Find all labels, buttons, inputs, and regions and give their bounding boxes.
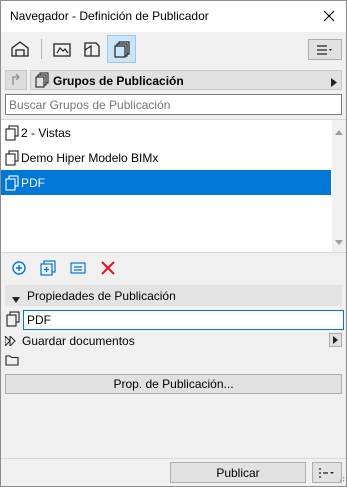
search-input[interactable] (5, 94, 342, 115)
publisher-set-icon (3, 124, 21, 142)
publisher-set-icon (5, 311, 21, 330)
scroll-up-icon[interactable] (335, 124, 343, 138)
arrow-up-icon (12, 74, 20, 85)
properties-header-label: Propiedades de Publicación (27, 289, 176, 303)
folder-icon (5, 355, 19, 366)
publisher-sets-list: 2 - Vistas Demo Hiper Modelo BIMx PDF (1, 119, 346, 253)
save-documents-icon (4, 334, 17, 349)
new-folder-icon (40, 260, 56, 276)
save-documents-dropdown[interactable] (329, 333, 342, 347)
add-icon (12, 261, 26, 275)
publisher-set-icon (34, 72, 50, 91)
view-map-icon (52, 43, 71, 57)
title-bar: Navegador - Definición de Publicador (1, 1, 346, 32)
new-folder-button[interactable] (38, 258, 58, 278)
tab-publisher-sets[interactable] (107, 35, 136, 63)
settings-button[interactable] (68, 258, 88, 278)
delete-button[interactable] (98, 258, 118, 278)
window-title: Navegador - Definición de Publicador (10, 9, 209, 23)
chevron-right-icon (333, 336, 338, 344)
close-button[interactable] (316, 4, 342, 28)
list-item-label: 2 - Vistas (21, 125, 71, 140)
project-map-icon (10, 41, 29, 57)
name-row (5, 310, 344, 330)
settings-icon (70, 262, 86, 274)
set-header-row: Grupos de Publicación (5, 70, 342, 90)
list-actions (1, 257, 346, 279)
list-scrollbar[interactable] (332, 120, 346, 252)
list-item-label: PDF (21, 175, 45, 190)
close-icon (323, 10, 335, 22)
tab-separator (41, 39, 42, 59)
set-selector[interactable]: Grupos de Publicación (30, 70, 342, 90)
save-documents-label: Guardar documentos (22, 334, 135, 348)
scroll-down-icon[interactable] (335, 234, 343, 248)
options-menu-icon (319, 467, 334, 478)
navigator-tabs (1, 32, 346, 66)
publishing-properties-button[interactable]: Prop. de Publicación... (5, 374, 342, 394)
navigator-menu-button[interactable] (308, 39, 342, 60)
list-item-selected[interactable]: PDF (1, 170, 331, 195)
list-item[interactable]: 2 - Vistas (1, 120, 331, 145)
tab-view-map[interactable] (47, 35, 76, 63)
folder-path-row[interactable] (5, 354, 25, 370)
save-documents-row: Guardar documentos (4, 332, 342, 350)
layout-book-icon (83, 42, 100, 57)
publish-button[interactable]: Publicar (170, 462, 306, 483)
tab-layout-book[interactable] (77, 35, 106, 63)
collapse-triangle-icon (12, 292, 20, 306)
go-up-button[interactable] (5, 70, 27, 90)
publisher-set-icon (3, 149, 21, 167)
navigator-window: Navegador - Definición de Publicador Gru… (0, 0, 347, 487)
hamburger-menu-icon (317, 44, 332, 55)
publisher-set-icon (3, 174, 21, 192)
chevron-right-icon (331, 76, 337, 90)
publisher-sets-icon (113, 41, 130, 58)
add-button[interactable] (9, 258, 29, 278)
list-item[interactable]: Demo Hiper Modelo BIMx (1, 145, 331, 170)
delete-icon (101, 261, 115, 275)
bottom-bar: Publicar (1, 458, 346, 486)
list-item-label: Demo Hiper Modelo BIMx (21, 150, 159, 165)
set-selector-label: Grupos de Publicación (53, 74, 184, 88)
properties-header[interactable]: Propiedades de Publicación (5, 285, 342, 306)
tab-project-map[interactable] (5, 35, 34, 63)
name-field[interactable] (23, 310, 344, 330)
resize-grip-icon[interactable] (337, 471, 345, 485)
